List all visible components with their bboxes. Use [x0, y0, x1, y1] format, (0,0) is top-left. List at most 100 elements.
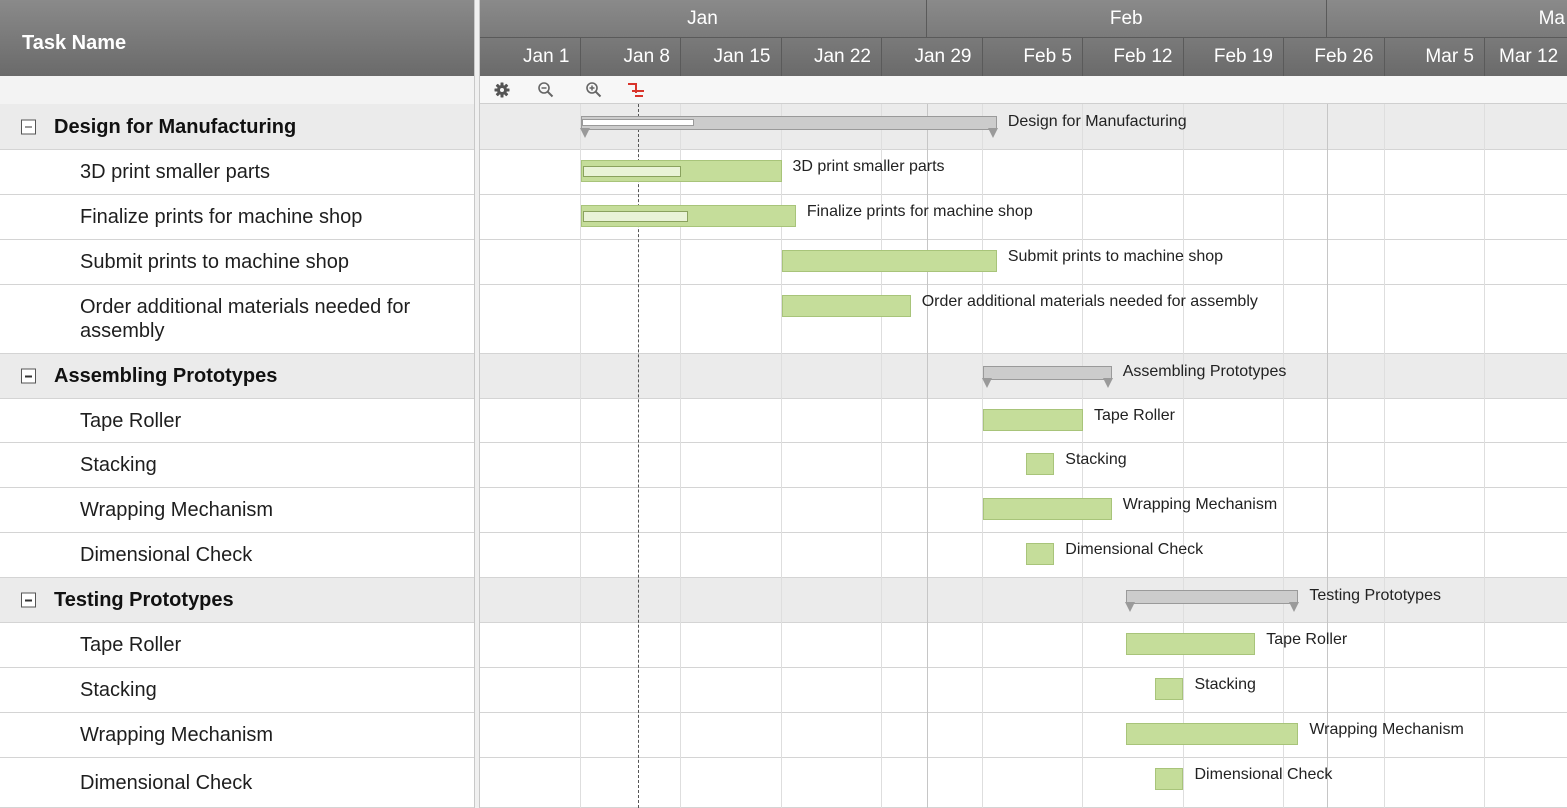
task-name: 3D print smaller parts [80, 161, 271, 183]
task-grid-header[interactable]: Task Name [0, 0, 475, 76]
task-name: Wrapping Mechanism [80, 724, 274, 746]
bar-label: Wrapping Mechanism [1309, 721, 1464, 738]
task-grid: Task Name Design for Manufacturing 3D pri… [0, 0, 480, 808]
collapse-toggle-icon[interactable] [21, 368, 36, 384]
task-row[interactable]: Stacking [0, 668, 474, 713]
month-header: Ma [1327, 0, 1567, 38]
gantt-toolbar [480, 76, 1567, 104]
task-row[interactable]: Tape Roller [0, 623, 474, 668]
week-header: Jan 15 [681, 38, 782, 76]
summary-bar[interactable] [981, 366, 1113, 390]
task-row[interactable]: Wrapping Mechanism [0, 488, 474, 533]
collapse-toggle-icon[interactable] [21, 119, 36, 134]
task-name: Tape Roller [80, 634, 182, 656]
timeline-header: Jan Feb Ma Jan 1 Jan 8 Jan 15 Jan 22 Jan 29 Feb … [480, 0, 1567, 76]
week-header: Jan 1 [480, 38, 581, 76]
week-header: Jan 29 [882, 38, 983, 76]
collapse-toggle-icon[interactable] [21, 592, 36, 608]
gantt-body: Design for Manufacturing 3D print smaller… [480, 104, 1567, 808]
gantt-row [480, 533, 1567, 578]
gantt-app: Task Name Design for Manufacturing 3D pri… [0, 0, 1567, 808]
task-row[interactable]: Stacking [0, 443, 474, 488]
task-bar[interactable] [580, 160, 782, 182]
summary-start-cap [579, 128, 590, 138]
task-group-row[interactable]: Design for Manufacturing [0, 104, 474, 150]
bar-label: Assembling Prototypes [1122, 363, 1287, 380]
week-header: Mar 5 [1385, 38, 1485, 76]
week-header: Feb 26 [1284, 38, 1385, 76]
week-grid-line [1182, 104, 1184, 808]
summary-end-cap [1289, 602, 1300, 612]
week-header: Jan 22 [782, 38, 882, 76]
bar-label: Submit prints to machine shop [1007, 248, 1224, 265]
bar-label: Stacking [1194, 676, 1256, 693]
task-bar[interactable] [781, 295, 911, 317]
task-row[interactable]: Finalize prints for machine shop [0, 195, 474, 240]
month-header: Jan [480, 0, 927, 38]
gear-icon[interactable] [492, 80, 512, 100]
week-grid-line [1283, 104, 1284, 808]
task-bar[interactable] [982, 498, 1112, 520]
task-name: Stacking [80, 454, 157, 476]
month-header: Feb [926, 0, 1327, 38]
task-progress [582, 166, 681, 177]
summary-start-cap [981, 378, 992, 388]
task-bar[interactable] [1154, 678, 1184, 700]
task-row[interactable]: Dimensional Check [0, 758, 474, 808]
gantt-row [480, 668, 1567, 713]
bar-label: Tape Roller [1094, 407, 1175, 424]
task-row[interactable]: Wrapping Mechanism [0, 713, 474, 758]
week-grid-line [1484, 104, 1485, 808]
bar-label: Finalize prints for machine shop [806, 203, 1033, 220]
week-grid-line [1383, 104, 1385, 808]
task-bar[interactable] [781, 250, 997, 272]
summary-bar-body [982, 366, 1112, 380]
bar-label: Wrapping Mechanism [1122, 496, 1278, 513]
task-group-row[interactable]: Testing Prototypes [0, 578, 474, 623]
summary-bar[interactable] [579, 116, 998, 140]
week-header: Feb 19 [1184, 38, 1284, 76]
task-bar[interactable] [1025, 543, 1055, 565]
bar-label: Tape Roller [1266, 631, 1348, 648]
bar-label: Dimensional Check [1194, 766, 1333, 783]
task-grid-toolbar-row [0, 76, 474, 105]
task-bar[interactable] [1154, 768, 1184, 790]
task-bar[interactable] [1126, 723, 1299, 745]
task-bar[interactable] [1025, 453, 1055, 475]
task-row[interactable]: Dimensional Check [0, 533, 474, 578]
task-name: Order additional materials needed for as… [80, 296, 411, 342]
bar-label: Design for Manufacturing [1007, 113, 1187, 130]
task-name: Wrapping Mechanism [80, 499, 274, 521]
task-bar[interactable] [1126, 633, 1256, 655]
task-name: Submit prints to machine shop [80, 251, 350, 273]
bar-label: Dimensional Check [1065, 541, 1204, 558]
summary-bar-body [1126, 590, 1299, 604]
month-grid-line [1327, 104, 1328, 808]
week-header: Jan 8 [581, 38, 681, 76]
task-row[interactable]: Tape Roller [0, 399, 474, 443]
task-row[interactable]: Order additional materials needed for as… [0, 285, 474, 354]
gantt-row [480, 758, 1567, 808]
group-name: Testing Prototypes [54, 589, 234, 611]
summary-progress [581, 119, 694, 126]
gantt-chart: Jan Feb Ma Jan 1 Jan 8 Jan 15 Jan 22 Jan 29 Feb … [480, 0, 1567, 808]
task-group-row[interactable]: Assembling Prototypes [0, 354, 474, 399]
zoom-out-icon[interactable] [536, 80, 556, 100]
task-name: Finalize prints for machine shop [80, 206, 363, 228]
task-bar[interactable] [982, 409, 1083, 431]
task-progress [582, 211, 689, 222]
task-row[interactable]: 3D print smaller parts [0, 150, 474, 195]
task-name: Tape Roller [80, 409, 182, 432]
week-header: Feb 12 [1083, 38, 1184, 76]
task-name-column-header[interactable]: Task Name [22, 32, 126, 55]
task-row[interactable]: Submit prints to machine shop [0, 240, 474, 285]
critical-path-icon[interactable] [626, 80, 646, 100]
task-name: Dimensional Check [80, 544, 253, 566]
bar-label: Stacking [1065, 451, 1127, 468]
bar-label: 3D print smaller parts [792, 158, 945, 175]
bar-label: Testing Prototypes [1309, 587, 1441, 604]
zoom-in-icon[interactable] [584, 80, 604, 100]
group-name: Design for Manufacturing [54, 115, 297, 138]
summary-bar[interactable] [1125, 590, 1300, 614]
task-bar[interactable] [580, 205, 796, 227]
